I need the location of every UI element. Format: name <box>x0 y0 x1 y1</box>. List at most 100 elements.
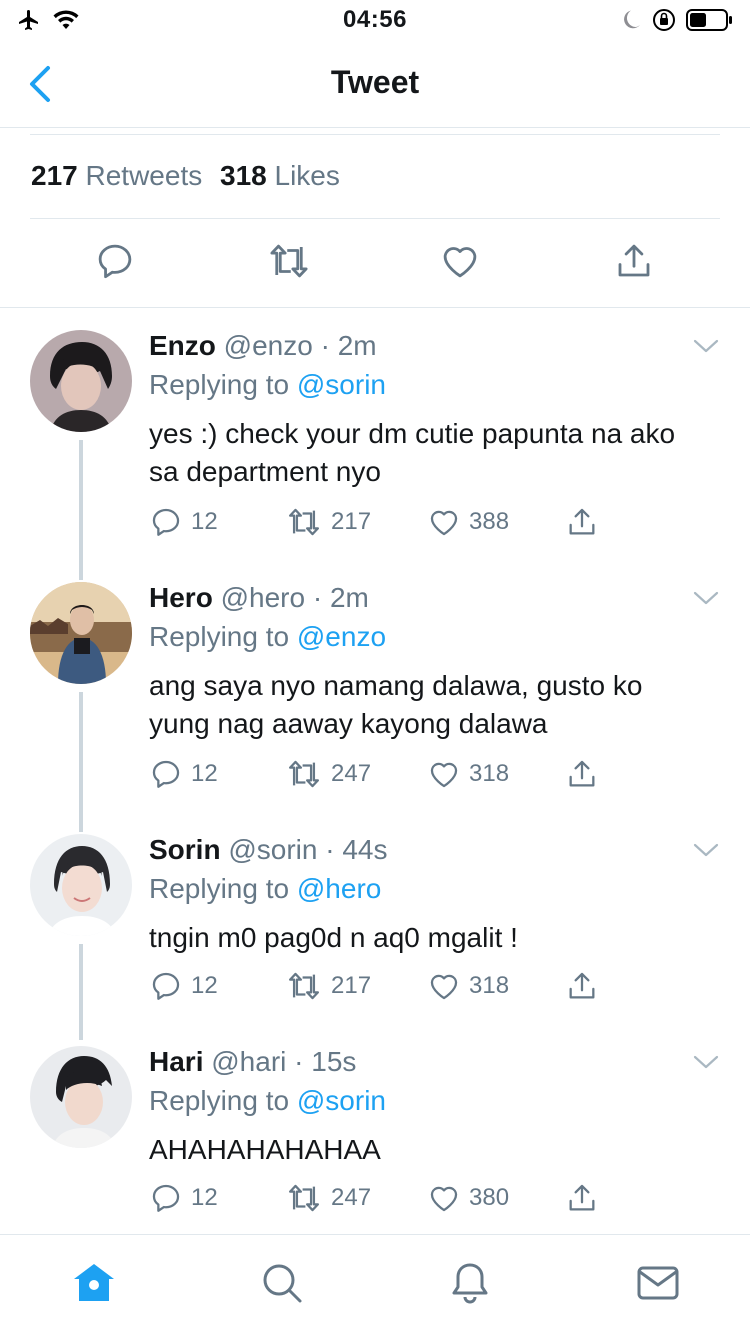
reply-button[interactable]: 12 <box>149 505 218 539</box>
reply-button[interactable]: 12 <box>149 1181 218 1215</box>
tweet-text: ang saya nyo namang dalawa, gusto ko yun… <box>149 670 643 739</box>
author-handle[interactable]: @enzo <box>224 330 313 361</box>
retweets-count[interactable]: 217 <box>31 160 78 191</box>
retweet-icon <box>288 760 320 788</box>
battery-icon <box>686 9 732 31</box>
tab-messages[interactable] <box>634 1259 682 1307</box>
replying-to-label: Replying to <box>149 1085 290 1116</box>
author-handle[interactable]: @hero <box>221 582 305 613</box>
like-icon <box>430 974 458 1000</box>
like-button[interactable]: 318 <box>427 757 509 791</box>
reply-count: 12 <box>191 972 218 999</box>
chevron-down-icon[interactable] <box>692 588 720 608</box>
timestamp: 2m <box>337 330 377 361</box>
like-button[interactable]: 318 <box>427 969 509 1003</box>
separator-dot: · <box>286 1046 312 1077</box>
author-name[interactable]: Hero <box>149 582 213 613</box>
reply-button[interactable]: 12 <box>149 757 218 791</box>
chevron-down-icon[interactable] <box>692 1052 720 1072</box>
tweet-detail-screen: 04:56 Tweet 217 Retweets 318 Likes Enzo … <box>0 0 750 1334</box>
retweet-count: 217 <box>331 972 372 999</box>
reply-icon <box>98 244 132 279</box>
replying-to-label: Replying to <box>149 369 290 400</box>
thread-line <box>79 692 83 832</box>
retweet-icon <box>270 244 308 278</box>
like-count: 318 <box>469 760 510 787</box>
tab-bar <box>0 1234 750 1334</box>
reply-count: 12 <box>191 760 218 787</box>
thread-line <box>79 944 83 1040</box>
share-button[interactable] <box>565 505 599 539</box>
status-bar: 04:56 <box>0 0 750 42</box>
tweet-text: yes :) check your dm cutie papunta na ak… <box>149 418 676 487</box>
chevron-down-icon[interactable] <box>692 840 720 860</box>
retweet-button[interactable] <box>266 240 312 286</box>
retweet-count: 217 <box>331 508 372 535</box>
tab-notifications[interactable] <box>446 1259 494 1307</box>
tab-search[interactable] <box>258 1259 306 1307</box>
likes-label[interactable]: Likes <box>275 160 340 191</box>
reply-actions: 12 217 318 <box>149 969 629 1009</box>
author-name[interactable]: Sorin <box>149 834 221 865</box>
replying-to-label: Replying to <box>149 621 290 652</box>
share-button[interactable] <box>565 1181 599 1215</box>
share-button[interactable] <box>565 969 599 1003</box>
author-handle[interactable]: @sorin <box>228 834 317 865</box>
avatar[interactable] <box>30 582 132 684</box>
author-name[interactable]: Enzo <box>149 330 216 361</box>
retweet-button[interactable]: 217 <box>285 505 371 539</box>
mention-link[interactable]: @sorin <box>297 1085 386 1116</box>
retweet-button[interactable]: 217 <box>285 969 371 1003</box>
chevron-down-icon[interactable] <box>692 336 720 356</box>
share-button[interactable] <box>565 757 599 791</box>
like-count: 388 <box>469 508 510 535</box>
mention-link[interactable]: @sorin <box>297 369 386 400</box>
like-button[interactable]: 380 <box>427 1181 509 1215</box>
mention-link[interactable]: @enzo <box>297 621 386 652</box>
tweet-action-bar <box>0 240 750 290</box>
replying-to: Replying to @sorin <box>149 1085 386 1117</box>
separator-dot: · <box>305 582 330 613</box>
avatar[interactable] <box>30 330 132 432</box>
timestamp: 44s <box>342 834 388 865</box>
reply-icon <box>152 972 180 1000</box>
like-button[interactable] <box>439 240 485 286</box>
share-icon <box>569 760 595 787</box>
avatar[interactable] <box>30 834 132 936</box>
likes-count[interactable]: 318 <box>220 160 267 191</box>
thread-line <box>79 440 83 580</box>
divider <box>30 134 720 135</box>
timestamp: 15s <box>311 1046 357 1077</box>
retweet-button[interactable]: 247 <box>285 1181 371 1215</box>
replying-to-label: Replying to <box>149 873 290 904</box>
reply-count: 12 <box>191 508 218 535</box>
share-icon <box>569 1184 595 1211</box>
retweet-icon <box>288 508 320 536</box>
orientation-lock-icon <box>653 9 675 31</box>
share-icon <box>569 508 595 535</box>
moon-icon <box>624 10 640 29</box>
tweet-text: tngin m0 pag0d n aq0 mgalit ! <box>149 922 518 953</box>
reply-icon <box>152 760 180 788</box>
reply-icon <box>152 1184 180 1212</box>
like-icon <box>430 510 458 536</box>
page-title: Tweet <box>330 64 420 100</box>
author-handle[interactable]: @hari <box>211 1046 286 1077</box>
share-button[interactable] <box>613 240 659 286</box>
retweets-label[interactable]: Retweets <box>86 160 203 191</box>
reply-button[interactable] <box>94 240 140 286</box>
like-button[interactable]: 388 <box>427 505 509 539</box>
tab-home[interactable] <box>70 1259 118 1307</box>
like-count: 380 <box>469 1184 510 1211</box>
reply-button[interactable]: 12 <box>149 969 218 1003</box>
retweet-icon <box>288 972 320 1000</box>
reply-icon <box>152 508 180 536</box>
retweet-button[interactable]: 247 <box>285 757 371 791</box>
separator-dot: · <box>312 330 338 361</box>
mention-link[interactable]: @hero <box>297 873 381 904</box>
tweet-stats: 217 Retweets 318 Likes <box>31 160 350 192</box>
home-icon <box>74 1264 114 1301</box>
reply-actions: 12 217 388 <box>149 505 629 545</box>
author-name[interactable]: Hari <box>149 1046 203 1077</box>
avatar[interactable] <box>30 1046 132 1148</box>
